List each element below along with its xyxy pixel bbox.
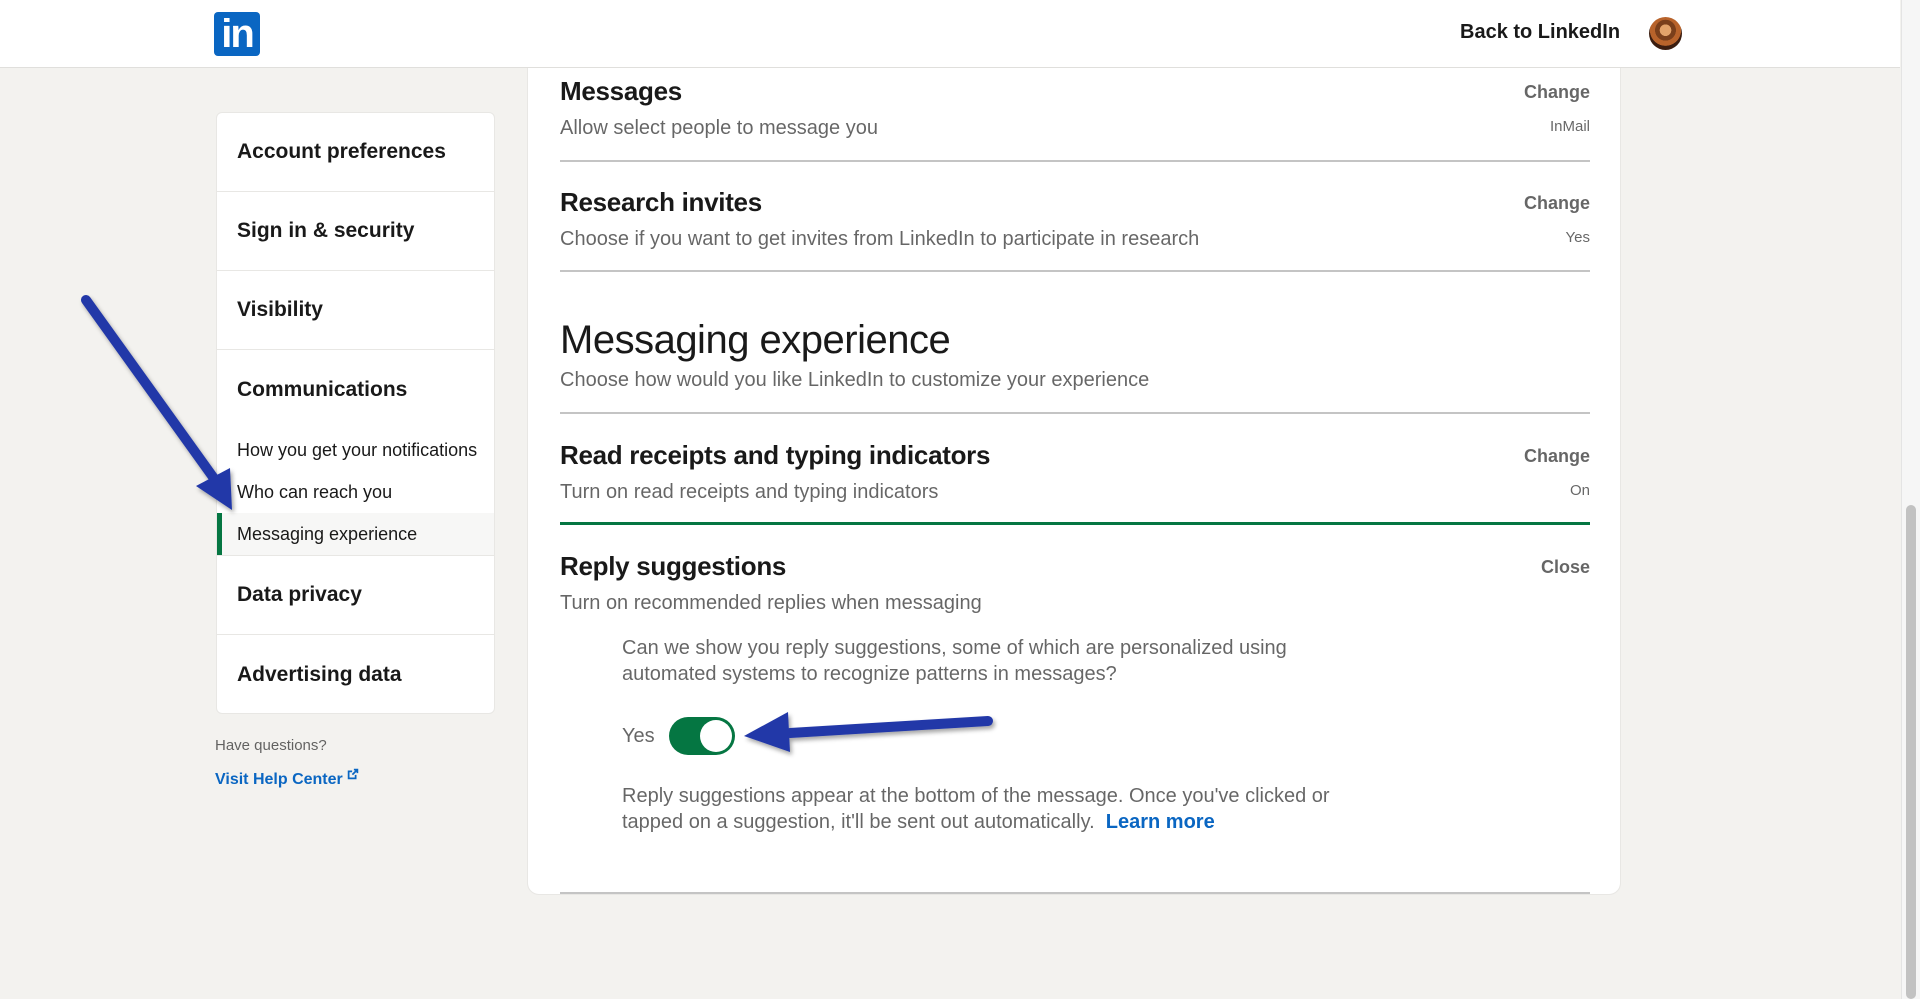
sidebar-subitem-who-can-reach-you[interactable]: Who can reach you	[217, 471, 494, 513]
sidebar-item-label: Account preferences	[237, 140, 446, 163]
setting-description: Turn on read receipts and typing indicat…	[560, 481, 939, 503]
divider	[560, 270, 1590, 272]
close-button[interactable]: Close	[1541, 557, 1590, 578]
setting-value: InMail	[1549, 118, 1590, 135]
change-button[interactable]: Change	[1524, 82, 1590, 103]
setting-value: On	[1569, 482, 1590, 499]
learn-more-link[interactable]: Learn more	[1106, 811, 1215, 833]
section-title: Messaging experience	[560, 318, 951, 362]
help-link-label: Visit Help Center	[215, 771, 343, 788]
sidebar-item-label: Communications	[237, 377, 408, 401]
sidebar-item-label: Advertising data	[237, 662, 402, 686]
toggle-label: Yes	[622, 724, 655, 747]
change-button[interactable]: Change	[1524, 446, 1590, 467]
setting-title: Read receipts and typing indicators	[560, 440, 991, 470]
sidebar-subitem-messaging-experience[interactable]: Messaging experience	[217, 513, 494, 555]
sidebar-group-communications: Communications How you get your notifica…	[217, 350, 494, 556]
change-button[interactable]: Change	[1524, 193, 1590, 214]
reply-suggestions-panel: Can we show you reply suggestions, some …	[622, 635, 1342, 835]
setting-value: Yes	[1565, 229, 1590, 246]
sidebar-subitem-label: Who can reach you	[237, 481, 393, 502]
divider	[560, 160, 1590, 162]
divider	[560, 892, 1590, 894]
sidebar-item-label: Visibility	[237, 298, 323, 321]
linkedin-logo-text: in	[221, 12, 255, 56]
sidebar-item-communications[interactable]: Communications	[217, 350, 494, 429]
setting-row-read-receipts: Read receipts and typing indicators Turn…	[560, 440, 1590, 504]
setting-row-reply-suggestions: Reply suggestions Turn on recommended re…	[560, 551, 1590, 615]
visit-help-center-link[interactable]: Visit Help Center	[215, 768, 360, 789]
setting-description: Choose if you want to get invites from L…	[560, 228, 1200, 250]
sidebar-item-account-preferences[interactable]: Account preferences	[217, 113, 494, 192]
help-question: Have questions?	[215, 737, 327, 754]
settings-main-panel: Messages Allow select people to message …	[527, 68, 1621, 895]
info-text: Reply suggestions appear at the bottom o…	[622, 785, 1330, 833]
linkedin-logo[interactable]: in	[214, 12, 260, 56]
sidebar-item-visibility[interactable]: Visibility	[217, 271, 494, 350]
top-header: in Back to LinkedIn	[0, 0, 1900, 68]
sidebar-item-sign-in-security[interactable]: Sign in & security	[217, 192, 494, 271]
divider	[560, 412, 1590, 414]
avatar[interactable]	[1649, 17, 1682, 50]
reply-suggestions-question: Can we show you reply suggestions, some …	[622, 637, 1287, 685]
toggle-row: Yes	[622, 717, 1342, 755]
sidebar-subitem-label: How you get your notifications	[237, 439, 478, 460]
external-link-icon	[347, 768, 358, 780]
toggle-knob	[699, 720, 732, 752]
arrow-to-sidebar-icon	[81, 295, 232, 510]
divider-active	[560, 522, 1590, 525]
section-description: Choose how would you like LinkedIn to cu…	[560, 369, 1150, 391]
setting-description: Turn on recommended replies when messagi…	[560, 592, 982, 614]
setting-title: Messages	[560, 76, 682, 106]
setting-row-research-invites: Research invites Choose if you want to g…	[560, 187, 1590, 251]
setting-title: Research invites	[560, 187, 762, 217]
setting-title: Reply suggestions	[560, 551, 787, 581]
reply-suggestions-toggle[interactable]	[668, 717, 735, 755]
scrollbar-thumb[interactable]	[1906, 505, 1916, 999]
settings-sidebar: Account preferences Sign in & security V…	[216, 112, 495, 714]
setting-description: Allow select people to message you	[560, 117, 878, 139]
reply-suggestions-info: Reply suggestions appear at the bottom o…	[622, 783, 1342, 835]
sidebar-subitem-label: Messaging experience	[237, 523, 418, 544]
section-header-messaging-experience: Messaging experience Choose how would yo…	[560, 318, 1590, 392]
sidebar-item-label: Sign in & security	[237, 219, 415, 242]
sidebar-item-advertising-data[interactable]: Advertising data	[217, 635, 494, 713]
sidebar-item-label: Data privacy	[237, 583, 362, 606]
setting-row-messages: Messages Allow select people to message …	[560, 76, 1590, 140]
back-to-linkedin-link[interactable]: Back to LinkedIn	[1460, 21, 1620, 44]
sidebar-subitem-notifications[interactable]: How you get your notifications	[217, 429, 494, 471]
sidebar-item-data-privacy[interactable]: Data privacy	[217, 556, 494, 635]
